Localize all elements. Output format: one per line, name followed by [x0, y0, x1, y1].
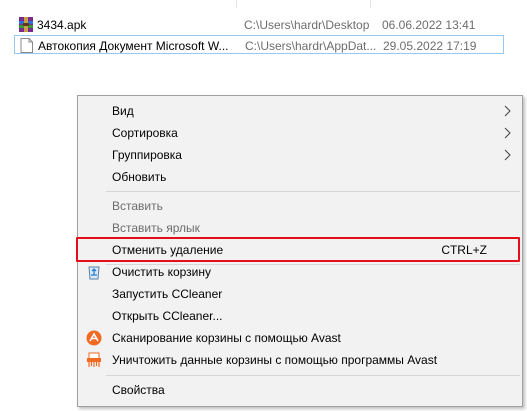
- menu-item-label: Сканирование корзины с помощью Avast: [112, 331, 341, 345]
- shredder-icon: [87, 352, 101, 367]
- menu-item-label: Вид: [112, 104, 134, 118]
- column-divider: [236, 0, 237, 8]
- menu-item-group[interactable]: Группировка: [78, 144, 522, 166]
- menu-item-label: Вставить: [112, 199, 163, 213]
- file-row[interactable]: 3434.apk C:\Users\hardr\Desktop 06.06.20…: [14, 15, 504, 34]
- menu-item-avast-scan[interactable]: Сканирование корзины с помощью Avast: [78, 327, 522, 349]
- winrar-archive-icon: [19, 17, 33, 32]
- menu-item-label: Обновить: [112, 170, 167, 184]
- menu-item-label: Свойства: [112, 383, 165, 397]
- menu-item-refresh[interactable]: Обновить: [78, 166, 522, 188]
- menu-item-paste-shortcut: Вставить ярлык: [78, 217, 522, 239]
- menu-item-sort[interactable]: Сортировка: [78, 122, 522, 144]
- menu-item-label: Вставить ярлык: [112, 221, 200, 235]
- menu-separator: [106, 191, 520, 192]
- document-icon: [20, 38, 33, 53]
- menu-item-label: Уничтожить данные корзины с помощью прог…: [112, 353, 438, 367]
- avast-icon: [86, 330, 102, 346]
- highlight-annotation-box: [76, 237, 520, 262]
- menu-item-empty-bin[interactable]: Очистить корзину: [78, 261, 522, 283]
- column-divider: [370, 0, 371, 8]
- menu-item-label: Очистить корзину: [112, 265, 211, 279]
- menu-item-run-ccleaner[interactable]: Запустить CCleaner: [78, 283, 522, 305]
- menu-separator: [106, 375, 520, 376]
- menu-item-label: Сортировка: [112, 126, 178, 140]
- recycle-bin-icon: [88, 266, 100, 280]
- file-date: 29.05.2022 17:19: [383, 39, 477, 53]
- menu-item-label: Группировка: [112, 148, 182, 162]
- menu-item-properties[interactable]: Свойства: [78, 379, 522, 401]
- file-name: 3434.apk: [37, 18, 87, 32]
- menu-item-label: Запустить CCleaner: [112, 287, 223, 301]
- chevron-right-icon: [504, 149, 511, 161]
- file-row-selected[interactable]: Автокопия Документ Microsoft W... C:\Use…: [14, 35, 504, 54]
- chevron-right-icon: [504, 105, 511, 117]
- chevron-right-icon: [504, 127, 511, 139]
- file-name: Автокопия Документ Microsoft W...: [38, 39, 229, 53]
- menu-item-avast-shred[interactable]: Уничтожить данные корзины с помощью прог…: [78, 349, 522, 371]
- menu-item-paste: Вставить: [78, 195, 522, 217]
- file-date: 06.06.2022 13:41: [382, 18, 476, 32]
- file-path: C:\Users\hardr\AppDat...: [245, 39, 377, 53]
- menu-item-open-ccleaner[interactable]: Открыть CCleaner...: [78, 305, 522, 327]
- file-path: C:\Users\hardr\Desktop: [244, 18, 370, 32]
- menu-item-view[interactable]: Вид: [78, 100, 522, 122]
- menu-item-label: Открыть CCleaner...: [112, 309, 223, 323]
